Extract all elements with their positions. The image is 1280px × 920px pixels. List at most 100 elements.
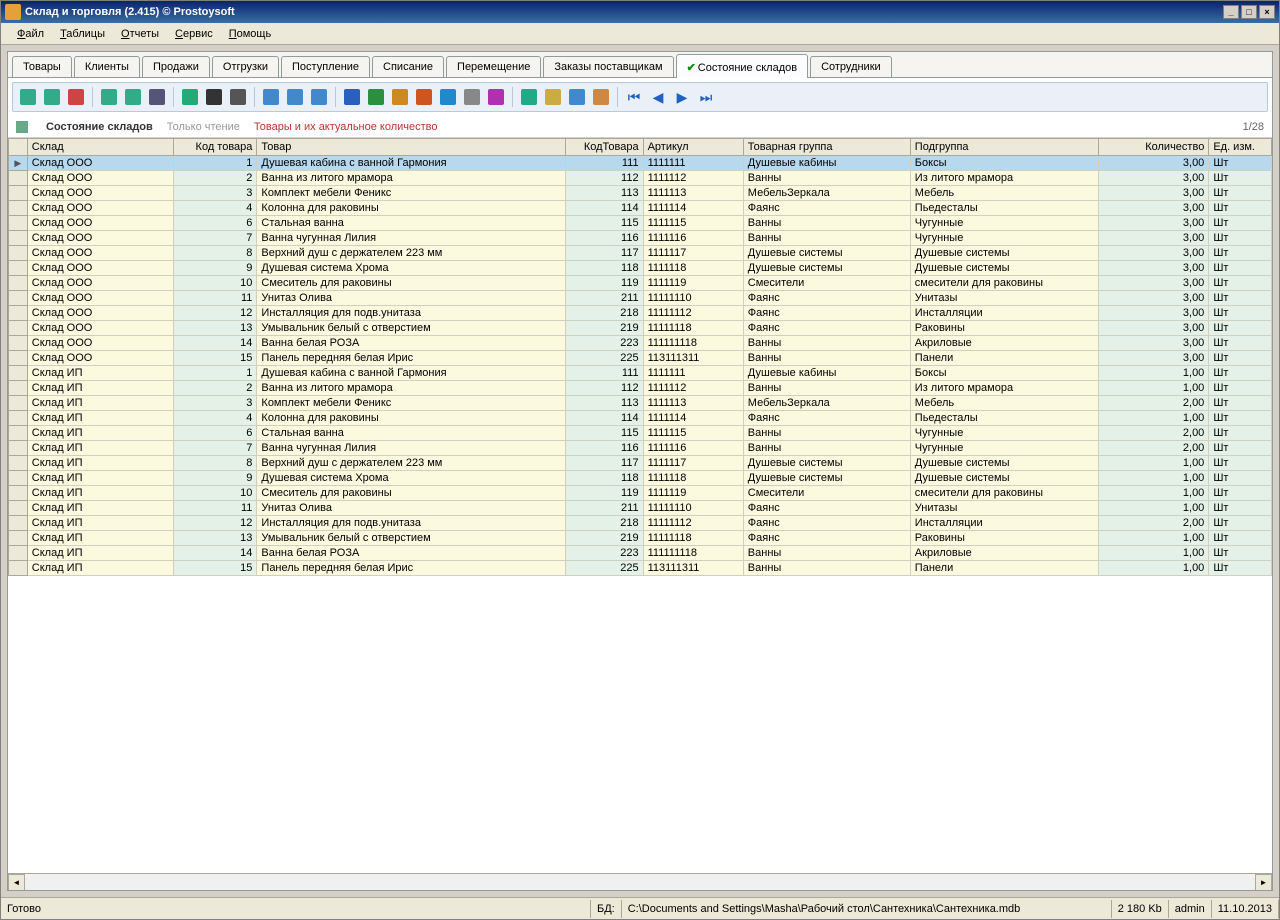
cell[interactable]: 211 bbox=[566, 291, 643, 306]
cell[interactable]: Шт bbox=[1209, 291, 1272, 306]
cell[interactable]: 1111118 bbox=[643, 471, 743, 486]
cell[interactable]: 1 bbox=[173, 366, 257, 381]
cell[interactable]: Смесители bbox=[743, 486, 910, 501]
cell[interactable]: 219 bbox=[566, 531, 643, 546]
menu-сервис[interactable]: Сервис bbox=[167, 26, 221, 42]
cell[interactable]: Склад ИП bbox=[27, 426, 173, 441]
table-row[interactable]: Склад ИП15Панель передняя белая Ирис2251… bbox=[9, 561, 1272, 576]
cell[interactable]: 2,00 bbox=[1098, 426, 1209, 441]
cell[interactable]: 117 bbox=[566, 456, 643, 471]
cell[interactable]: Душевая система Хрома bbox=[257, 471, 566, 486]
cell[interactable]: Фаянс bbox=[743, 531, 910, 546]
cell[interactable]: Склад ООО bbox=[27, 351, 173, 366]
menu-помощь[interactable]: Помощь bbox=[221, 26, 280, 42]
cell[interactable]: 114 bbox=[566, 411, 643, 426]
nav-prev-icon[interactable]: ◀ bbox=[647, 86, 669, 108]
cell[interactable]: Панель передняя белая Ирис bbox=[257, 351, 566, 366]
table-row[interactable]: Склад ИП11Унитаз Олива21111111110ФаянсУн… bbox=[9, 501, 1272, 516]
cell[interactable]: Шт bbox=[1209, 516, 1272, 531]
cell[interactable]: Ванны bbox=[743, 231, 910, 246]
cell[interactable]: Склад ООО bbox=[27, 321, 173, 336]
cell[interactable]: 113111311 bbox=[643, 561, 743, 576]
cell[interactable]: 116 bbox=[566, 441, 643, 456]
cell[interactable]: Смеситель для раковины bbox=[257, 276, 566, 291]
excel-icon[interactable] bbox=[365, 86, 387, 108]
cell[interactable]: 1,00 bbox=[1098, 531, 1209, 546]
cell[interactable]: Смесители bbox=[743, 276, 910, 291]
row-selector[interactable] bbox=[9, 426, 28, 441]
cell[interactable]: 1,00 bbox=[1098, 366, 1209, 381]
cell[interactable]: 113 bbox=[566, 186, 643, 201]
cell[interactable]: 3,00 bbox=[1098, 336, 1209, 351]
cell[interactable]: 1,00 bbox=[1098, 411, 1209, 426]
cell[interactable]: Унитаз Олива bbox=[257, 501, 566, 516]
nav-last-icon[interactable]: ⏭ bbox=[695, 86, 717, 108]
funnel-icon[interactable] bbox=[98, 86, 120, 108]
cell[interactable]: 11 bbox=[173, 501, 257, 516]
cell[interactable]: Шт bbox=[1209, 411, 1272, 426]
tab-4[interactable]: Поступление bbox=[281, 56, 370, 77]
table-row[interactable]: Склад ИП9Душевая система Хрома1181111118… bbox=[9, 471, 1272, 486]
cell[interactable]: 1111117 bbox=[643, 246, 743, 261]
cell[interactable]: 2 bbox=[173, 381, 257, 396]
cell[interactable]: Акриловые bbox=[910, 546, 1098, 561]
cell[interactable]: Душевые кабины bbox=[743, 366, 910, 381]
cell[interactable]: Фаянс bbox=[743, 321, 910, 336]
cell[interactable]: 2 bbox=[173, 171, 257, 186]
cell[interactable]: 3,00 bbox=[1098, 291, 1209, 306]
tab-7[interactable]: Заказы поставщикам bbox=[543, 56, 673, 77]
cell[interactable]: Шт bbox=[1209, 456, 1272, 471]
cell[interactable]: Шт bbox=[1209, 321, 1272, 336]
cell[interactable]: 1111118 bbox=[643, 261, 743, 276]
row-selector[interactable] bbox=[9, 306, 28, 321]
cell[interactable]: 7 bbox=[173, 231, 257, 246]
cell[interactable]: 3,00 bbox=[1098, 276, 1209, 291]
cell[interactable]: 1111115 bbox=[643, 216, 743, 231]
cell[interactable]: 4 bbox=[173, 411, 257, 426]
table-row[interactable]: Склад ИП7Ванна чугунная Лилия1161111116В… bbox=[9, 441, 1272, 456]
cell[interactable]: Склад ООО bbox=[27, 156, 173, 171]
row-selector[interactable] bbox=[9, 351, 28, 366]
table-row[interactable]: Склад ИП12Инсталляция для подв.унитаза21… bbox=[9, 516, 1272, 531]
cell[interactable]: Склад ИП bbox=[27, 546, 173, 561]
row-selector[interactable] bbox=[9, 411, 28, 426]
tab-3[interactable]: Отгрузки bbox=[212, 56, 279, 77]
cell[interactable]: 14 bbox=[173, 336, 257, 351]
cell[interactable]: Боксы bbox=[910, 156, 1098, 171]
minimize-button[interactable]: _ bbox=[1223, 5, 1239, 19]
cell[interactable]: 3,00 bbox=[1098, 201, 1209, 216]
column-header[interactable]: Количество bbox=[1098, 139, 1209, 156]
cell[interactable]: 111111118 bbox=[643, 336, 743, 351]
menu-таблицы[interactable]: Таблицы bbox=[52, 26, 113, 42]
cell[interactable]: Душевая система Хрома bbox=[257, 261, 566, 276]
cell[interactable]: 1111116 bbox=[643, 231, 743, 246]
cell[interactable]: Фаянс bbox=[743, 306, 910, 321]
cell[interactable]: 11111110 bbox=[643, 291, 743, 306]
tab-8[interactable]: ✔Состояние складов bbox=[676, 54, 809, 78]
copy-icon[interactable] bbox=[284, 86, 306, 108]
csv-icon[interactable] bbox=[437, 86, 459, 108]
cell[interactable]: 1,00 bbox=[1098, 501, 1209, 516]
cell[interactable]: Шт bbox=[1209, 426, 1272, 441]
cell[interactable]: Душевая кабина с ванной Гармония bbox=[257, 366, 566, 381]
menu-отчеты[interactable]: Отчеты bbox=[113, 26, 167, 42]
cell[interactable]: Склад ИП bbox=[27, 471, 173, 486]
cell[interactable]: Шт bbox=[1209, 261, 1272, 276]
column-header[interactable]: Подгруппа bbox=[910, 139, 1098, 156]
cell[interactable]: 3,00 bbox=[1098, 306, 1209, 321]
row-selector[interactable] bbox=[9, 261, 28, 276]
nav-next-icon[interactable]: ▶ bbox=[671, 86, 693, 108]
cell[interactable]: 1,00 bbox=[1098, 381, 1209, 396]
row-selector[interactable] bbox=[9, 186, 28, 201]
tab-0[interactable]: Товары bbox=[12, 56, 72, 77]
cell[interactable]: 219 bbox=[566, 321, 643, 336]
cell[interactable]: Склад ООО bbox=[27, 231, 173, 246]
cell[interactable]: Панели bbox=[910, 561, 1098, 576]
table-row[interactable]: ▶Склад ООО1Душевая кабина с ванной Гармо… bbox=[9, 156, 1272, 171]
cell[interactable]: Ванны bbox=[743, 381, 910, 396]
cell[interactable]: 12 bbox=[173, 306, 257, 321]
cell[interactable]: Душевые системы bbox=[743, 261, 910, 276]
cell[interactable]: 113111311 bbox=[643, 351, 743, 366]
cell[interactable]: 218 bbox=[566, 306, 643, 321]
column-header[interactable]: КодТовара bbox=[566, 139, 643, 156]
